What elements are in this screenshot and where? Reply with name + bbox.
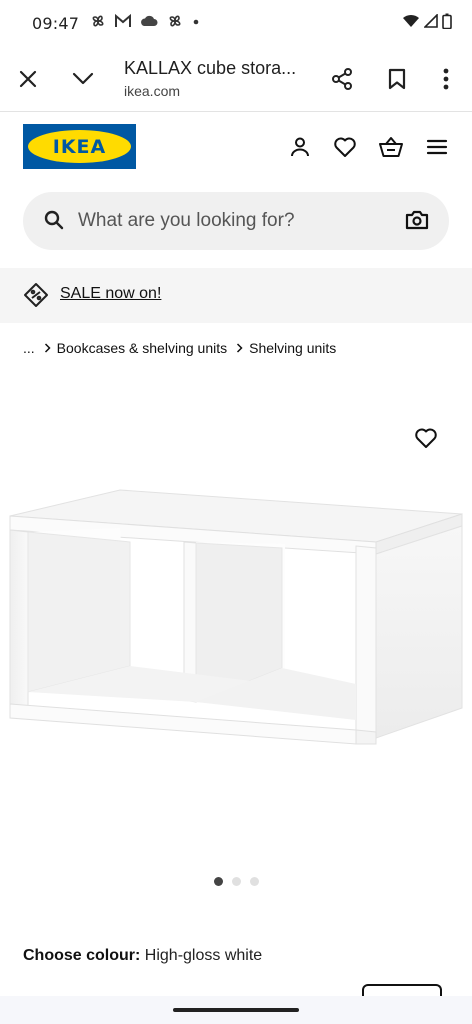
- ikea-logo[interactable]: IKEA: [23, 124, 136, 169]
- search-bar[interactable]: [23, 192, 449, 250]
- system-status-icons: [402, 12, 452, 34]
- colour-label: Choose colour:: [23, 947, 141, 964]
- cloud-icon: [139, 14, 159, 33]
- page-info[interactable]: KALLAX cube stora... ikea.com: [124, 58, 314, 99]
- sale-banner: SALE now on!: [0, 268, 472, 323]
- camera-icon[interactable]: [405, 209, 429, 236]
- breadcrumb-ellipsis[interactable]: ...: [23, 340, 35, 356]
- breadcrumb: ... Bookcases & shelving units Shelving …: [23, 340, 336, 356]
- status-time: 09:47: [32, 13, 80, 33]
- price-tag-icon: [23, 282, 49, 313]
- hamburger-menu-icon[interactable]: [422, 132, 452, 162]
- product-image-gallery[interactable]: [0, 372, 472, 920]
- signal-icon: [423, 12, 438, 33]
- heart-icon[interactable]: [411, 423, 441, 453]
- gallery-dot[interactable]: [249, 877, 259, 886]
- logo-oval: IKEA: [28, 130, 131, 163]
- gesture-nav-bar: [0, 996, 472, 1024]
- dot-icon: [191, 14, 201, 32]
- account-icon[interactable]: [285, 132, 315, 162]
- gallery-dot[interactable]: [213, 877, 223, 886]
- chevron-right-icon: [236, 341, 243, 356]
- logo-text: IKEA: [52, 135, 107, 158]
- page-url: ikea.com: [124, 83, 181, 99]
- chevron-down-icon[interactable]: [63, 59, 103, 99]
- home-gesture-handle[interactable]: [173, 1008, 299, 1012]
- pinwheel-icon: [166, 12, 184, 35]
- page-title: KALLAX cube stora...: [124, 58, 297, 78]
- search-icon: [43, 209, 65, 236]
- basket-icon[interactable]: [376, 132, 406, 162]
- breadcrumb-item-bookcases[interactable]: Bookcases & shelving units: [57, 340, 227, 356]
- notification-icons: [89, 12, 201, 35]
- gallery-dot[interactable]: [231, 877, 241, 886]
- heart-icon[interactable]: [330, 132, 360, 162]
- share-icon[interactable]: [322, 59, 362, 99]
- search-input[interactable]: [78, 192, 398, 250]
- colour-selector: Choose colour: High-gloss white: [23, 947, 262, 965]
- chevron-right-icon: [44, 341, 51, 356]
- breadcrumb-item-shelving-units[interactable]: Shelving units: [249, 340, 336, 356]
- site-header: IKEA: [0, 113, 472, 183]
- pinwheel-icon: [89, 12, 107, 35]
- sale-link[interactable]: SALE now on!: [60, 285, 161, 303]
- colour-value: High-gloss white: [144, 947, 263, 964]
- gmail-icon: [114, 13, 132, 34]
- more-vert-icon[interactable]: [426, 59, 466, 99]
- close-icon[interactable]: [8, 59, 48, 99]
- status-bar: 09:47: [0, 0, 472, 46]
- wifi-icon: [402, 14, 420, 33]
- bookmark-icon[interactable]: [377, 59, 417, 99]
- custom-tab-toolbar: KALLAX cube stora... ikea.com: [0, 46, 472, 112]
- gallery-pagination: [0, 877, 472, 886]
- product-image: [9, 489, 463, 745]
- battery-icon: [442, 13, 452, 34]
